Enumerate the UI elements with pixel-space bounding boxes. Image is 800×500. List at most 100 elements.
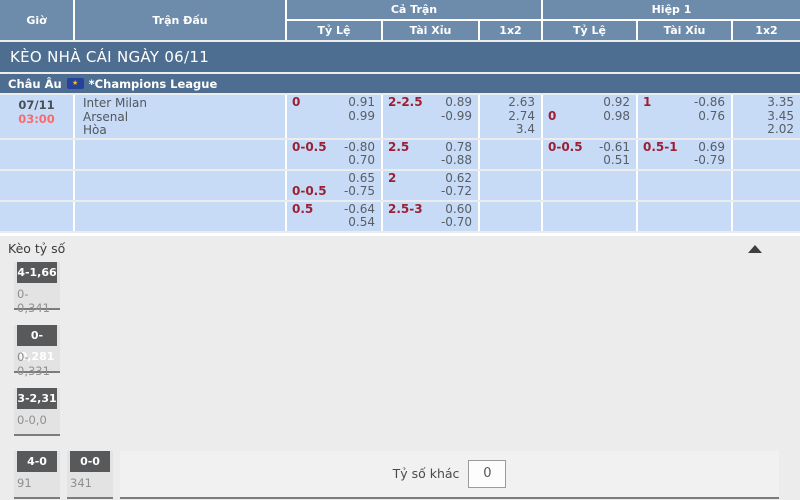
overunder-label: 2-2.5 [388, 96, 423, 110]
date-banner-title: KÈO NHÀ CÁI NGÀY 06/11 [10, 48, 209, 66]
league-bar[interactable]: Châu Âu ★ *Champions League [0, 74, 800, 93]
odds-value: 0.70 [348, 154, 375, 168]
odds-value: 0.89 [445, 96, 472, 110]
odds-cell-ft-1x2[interactable] [480, 202, 541, 231]
odds-line: 0.70 [287, 154, 381, 168]
odds-value: -0.99 [441, 110, 472, 124]
odds-value: 0.60 [445, 203, 472, 217]
odds-line: 3.4 [480, 123, 541, 137]
odds-line: 3.35 [733, 96, 800, 110]
match-teams-cell [75, 140, 285, 169]
correct-score-title: Kèo tỷ số [8, 241, 65, 256]
odds-line: 0.51 [543, 154, 636, 168]
score-odds-cell[interactable]: 4-1,66 0-0,341 [14, 262, 60, 310]
score-last-cells: 4-0 91 0-0 341 [14, 451, 120, 499]
score-label: 4-1,66 [17, 262, 57, 283]
date-banner: KÈO NHÀ CÁI NGÀY 06/11 [0, 42, 800, 72]
odds-cell-h1-1x2[interactable] [733, 140, 800, 169]
other-score-label: Tỷ số khác [393, 466, 460, 481]
odds-line: -0.99 [383, 110, 478, 124]
col-header-first-half: Hiệp 1 [543, 0, 800, 19]
collapse-arrow-icon[interactable] [748, 245, 762, 253]
odds-cell-h1-overunder[interactable]: 1 -0.86 0.76 [638, 95, 731, 138]
col-header-time: Giờ [0, 0, 73, 40]
score-odds-value: 91 [14, 472, 60, 497]
odds-line: 0.54 [287, 216, 381, 230]
team-name: Inter Milan [83, 97, 285, 111]
odds-line: 0-0.5 -0.80 [287, 141, 381, 155]
odds-line: 0.92 [543, 96, 636, 110]
odds-value: 0.65 [348, 172, 375, 186]
odds-cell-ft-overunder[interactable]: 2 0.62 -0.72 [383, 171, 478, 200]
handicap-label: 0 [548, 110, 556, 124]
odds-line: 0.5-1 0.69 [638, 141, 731, 155]
odds-value: -0.72 [441, 185, 472, 199]
odds-cell-h1-overunder[interactable] [638, 171, 731, 200]
other-score-input[interactable] [468, 460, 506, 488]
odds-value: 0.76 [698, 110, 725, 124]
odds-value: 2.02 [767, 123, 794, 137]
odds-cell-ft-handicap[interactable]: 0-0.5 -0.80 0.70 [287, 140, 381, 169]
odds-line: -0.79 [638, 154, 731, 168]
odds-value: 0.91 [348, 96, 375, 110]
odds-cell-ft-1x2[interactable] [480, 171, 541, 200]
odds-value: -0.70 [441, 216, 472, 230]
score-odds-cell[interactable]: 4-0 91 [14, 451, 60, 499]
odds-cell-ft-1x2[interactable] [480, 140, 541, 169]
score-odds-cell[interactable]: 3-2,31 0-0,0 [14, 388, 60, 436]
odds-value: -0.80 [344, 141, 375, 155]
league-name-label: *Champions League [89, 77, 218, 91]
col-header-match: Trận Đấu [75, 0, 285, 40]
odds-cell-ft-1x2[interactable]: 2.63 2.74 3.4 [480, 95, 541, 138]
match-time-cell [0, 171, 73, 200]
other-score-box: Tỷ số khác [120, 451, 779, 499]
odds-value: 0.78 [445, 141, 472, 155]
odds-cell-ft-overunder[interactable]: 2.5-3 0.60 -0.70 [383, 202, 478, 231]
odds-cell-ft-handicap[interactable]: 0.5 -0.64 0.54 [287, 202, 381, 231]
match-time-cell [0, 140, 73, 169]
odds-value: -0.79 [694, 154, 725, 168]
odds-cell-h1-handicap[interactable]: 0-0.5 -0.61 0.51 [543, 140, 636, 169]
odds-value: -0.86 [694, 96, 725, 110]
handicap-label: 0-0.5 [292, 185, 327, 199]
overunder-label: 2.5 [388, 141, 409, 155]
odds-value: 0.99 [348, 110, 375, 124]
odds-line: 2 0.62 [383, 172, 478, 186]
odds-cell-h1-handicap[interactable] [543, 202, 636, 231]
odds-table-body: 07/11 03:00 Inter MilanArsenalHòa 0 0.91… [0, 95, 800, 231]
league-region-label: Châu Âu [8, 77, 62, 91]
odds-cell-h1-handicap[interactable]: 0.92 0 0.98 [543, 95, 636, 138]
score-odds-cell[interactable]: 0-0,281 0-0,331 [14, 325, 60, 373]
odds-value: -0.61 [599, 141, 630, 155]
correct-score-section: Kèo tỷ số 4-1,66 0-0,341 0-0,281 0-0,331… [0, 233, 800, 499]
odds-cell-h1-1x2[interactable] [733, 202, 800, 231]
odds-value: 0.69 [698, 141, 725, 155]
odds-line: -0.70 [383, 216, 478, 230]
overunder-label: 1 [643, 96, 651, 110]
odds-cell-ft-overunder[interactable]: 2-2.5 0.89 -0.99 [383, 95, 478, 138]
odds-value: 3.45 [767, 110, 794, 124]
odds-cell-h1-1x2[interactable] [733, 171, 800, 200]
match-teams-cell: Inter MilanArsenalHòa [75, 95, 285, 138]
odds-line: 1 -0.86 [638, 96, 731, 110]
odds-cell-h1-overunder[interactable] [638, 202, 731, 231]
odds-cell-h1-handicap[interactable] [543, 171, 636, 200]
odds-cell-ft-handicap[interactable]: 0.65 0-0.5 -0.75 [287, 171, 381, 200]
match-teams-cell [75, 171, 285, 200]
odds-cell-ft-overunder[interactable]: 2.5 0.78 -0.88 [383, 140, 478, 169]
odds-line: 0-0.5 -0.75 [287, 185, 381, 199]
odds-value: 3.35 [767, 96, 794, 110]
odds-value: -0.75 [344, 185, 375, 199]
match-teams-cell [75, 202, 285, 231]
odds-cell-h1-1x2[interactable]: 3.35 3.45 2.02 [733, 95, 800, 138]
correct-score-header: Kèo tỷ số [0, 236, 800, 262]
score-last-row: 4-0 91 0-0 341 Tỷ số khác [14, 451, 800, 499]
odds-value: 2.63 [508, 96, 535, 110]
odds-cell-h1-overunder[interactable]: 0.5-1 0.69 -0.79 [638, 140, 731, 169]
odds-row: 0.5 -0.64 0.54 2.5-3 0.60 -0.70 [0, 202, 800, 231]
odds-line: 2.02 [733, 123, 800, 137]
odds-cell-ft-handicap[interactable]: 0 0.91 0.99 [287, 95, 381, 138]
overunder-label: 2.5-3 [388, 203, 423, 217]
score-odds-cell[interactable]: 0-0 341 [67, 451, 113, 499]
odds-line: 0 0.91 [287, 96, 381, 110]
